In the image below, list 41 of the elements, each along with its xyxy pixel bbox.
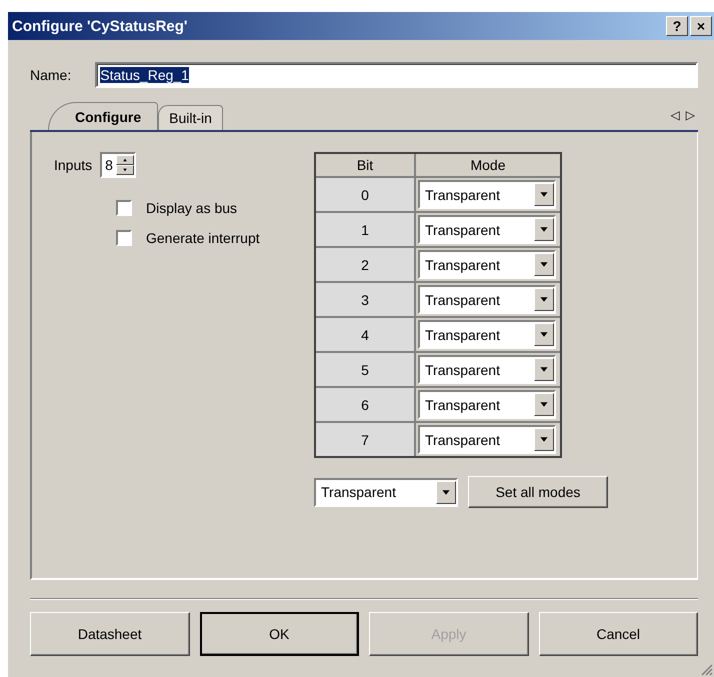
checkbox[interactable] [116, 200, 132, 216]
table-cell: 4 [316, 318, 414, 351]
table-cell: 3 [316, 283, 414, 316]
spin-down-icon[interactable] [116, 165, 134, 175]
tab[interactable]: Built-in [158, 105, 223, 130]
table-cell: 6 [316, 388, 414, 421]
mode-dropdown[interactable]: Transparent [418, 285, 556, 314]
mode-dropdown[interactable]: Transparent [418, 215, 556, 244]
mode-dropdown[interactable]: Transparent [418, 390, 556, 419]
window-title: Configure 'CyStatusReg' [12, 18, 188, 34]
column-header: Bit [316, 154, 414, 176]
all-modes-dropdown[interactable]: Transparent [314, 478, 458, 506]
checkbox[interactable] [116, 230, 132, 246]
mode-dropdown[interactable]: Transparent [418, 180, 556, 209]
dialog-button[interactable]: Cancel [538, 612, 698, 656]
scroll-right-button[interactable]: ▷ [682, 108, 698, 122]
name-field[interactable]: Status_Reg_1 [95, 62, 698, 88]
table-cell: 1 [316, 213, 414, 246]
table-cell: 7 [316, 423, 414, 456]
name-label: Name: [30, 67, 72, 83]
spin-up-icon[interactable] [116, 155, 134, 165]
mode-dropdown[interactable]: Transparent [418, 355, 556, 384]
dialog-button[interactable]: OK [200, 612, 359, 656]
checkbox-label: Display as bus [146, 200, 238, 216]
column-header: Mode [416, 154, 560, 176]
mode-dropdown[interactable]: Transparent [418, 320, 556, 349]
mode-dropdown[interactable]: Transparent [418, 250, 556, 279]
scroll-left-button[interactable]: ◁ [668, 108, 683, 122]
dialog-button[interactable]: Datasheet [30, 612, 190, 656]
close-button[interactable]: × [690, 16, 712, 36]
resize-grip-icon[interactable] [699, 662, 713, 676]
mode-dropdown[interactable]: Transparent [418, 425, 556, 454]
tab[interactable]: Configure [48, 102, 158, 130]
table-cell: 5 [316, 353, 414, 386]
table-cell: 2 [316, 248, 414, 281]
help-button[interactable]: ? [666, 16, 688, 36]
checkbox-label: Generate interrupt [146, 230, 260, 246]
inputs-spinbox[interactable]: 8 [100, 152, 136, 178]
set-all-modes-button[interactable]: Set all modes [468, 476, 608, 508]
table-cell: 0 [316, 178, 414, 211]
inputs-label: Inputs [54, 157, 92, 173]
